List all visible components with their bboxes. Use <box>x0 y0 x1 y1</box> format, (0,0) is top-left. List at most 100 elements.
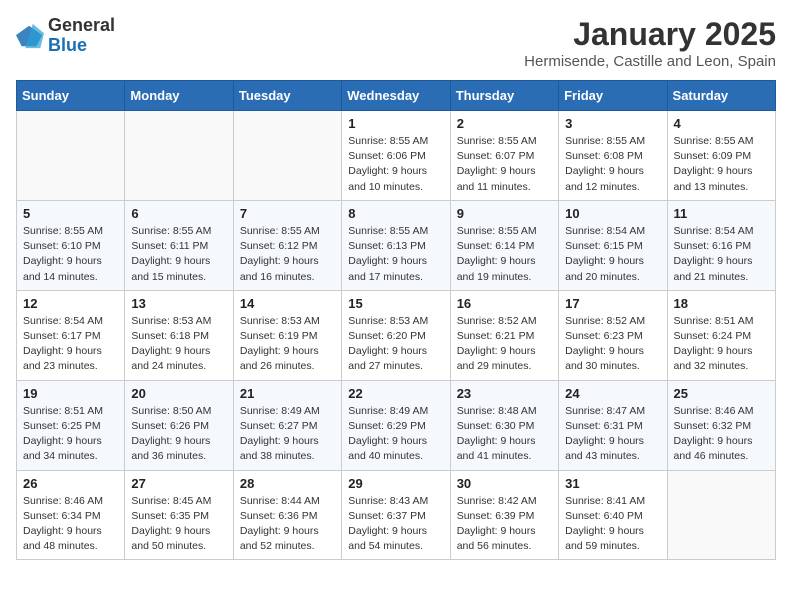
logo-text: General Blue <box>48 16 115 56</box>
day-info: Sunrise: 8:53 AM Sunset: 6:19 PM Dayligh… <box>240 314 335 375</box>
day-info: Sunrise: 8:45 AM Sunset: 6:35 PM Dayligh… <box>131 494 226 555</box>
day-info: Sunrise: 8:52 AM Sunset: 6:23 PM Dayligh… <box>565 314 660 375</box>
logo-icon <box>16 22 44 50</box>
day-info: Sunrise: 8:55 AM Sunset: 6:06 PM Dayligh… <box>348 134 443 195</box>
day-number: 31 <box>565 476 660 491</box>
day-info: Sunrise: 8:44 AM Sunset: 6:36 PM Dayligh… <box>240 494 335 555</box>
calendar-cell: 21 Sunrise: 8:49 AM Sunset: 6:27 PM Dayli… <box>233 380 341 470</box>
calendar-cell: 3Sunrise: 8:55 AM Sunset: 6:08 PM Daylig… <box>559 111 667 201</box>
calendar-cell: 22 Sunrise: 8:49 AM Sunset: 6:29 PM Dayli… <box>342 380 450 470</box>
day-info: Sunrise: 8:46 AM Sunset: 6:34 PM Dayligh… <box>23 494 118 555</box>
day-info: Sunrise: 8:54 AM Sunset: 6:15 PM Dayligh… <box>565 224 660 285</box>
day-info: Sunrise: 8:41 AM Sunset: 6:40 PM Dayligh… <box>565 494 660 555</box>
day-number: 22 <box>348 386 443 401</box>
day-info: Sunrise: 8:55 AM Sunset: 6:09 PM Dayligh… <box>674 134 769 195</box>
day-number: 24 <box>565 386 660 401</box>
day-info: Sunrise: 8:51 AM Sunset: 6:24 PM Dayligh… <box>674 314 769 375</box>
calendar-cell <box>233 111 341 201</box>
day-number: 12 <box>23 296 118 311</box>
weekday-header-saturday: Saturday <box>667 81 775 111</box>
day-number: 30 <box>457 476 552 491</box>
week-row-1: 1 Sunrise: 8:55 AM Sunset: 6:06 PM Daylig… <box>17 111 776 201</box>
calendar-cell: 17 Sunrise: 8:52 AM Sunset: 6:23 PM Dayli… <box>559 290 667 380</box>
day-info: Sunrise: 8:53 AM Sunset: 6:18 PM Dayligh… <box>131 314 226 375</box>
day-info: Sunrise: 8:55 AM Sunset: 6:13 PM Dayligh… <box>348 224 443 285</box>
calendar-cell: 7 Sunrise: 8:55 AM Sunset: 6:12 PM Daylig… <box>233 200 341 290</box>
day-number: 7 <box>240 206 335 221</box>
calendar-cell: 20Sunrise: 8:50 AM Sunset: 6:26 PM Dayli… <box>125 380 233 470</box>
day-info: Sunrise: 8:55 AM Sunset: 6:10 PM Dayligh… <box>23 224 118 285</box>
calendar-cell: 12 Sunrise: 8:54 AM Sunset: 6:17 PM Dayli… <box>17 290 125 380</box>
logo-blue: Blue <box>48 35 87 55</box>
calendar-cell: 27 Sunrise: 8:45 AM Sunset: 6:35 PM Dayli… <box>125 470 233 560</box>
week-row-5: 26 Sunrise: 8:46 AM Sunset: 6:34 PM Dayli… <box>17 470 776 560</box>
day-number: 4 <box>674 116 769 131</box>
calendar-cell: 13 Sunrise: 8:53 AM Sunset: 6:18 PM Dayli… <box>125 290 233 380</box>
page-header: General Blue January 2025 Hermisende, Ca… <box>16 16 776 70</box>
weekday-header-thursday: Thursday <box>450 81 558 111</box>
day-info: Sunrise: 8:55 AM Sunset: 6:07 PM Dayligh… <box>457 134 552 195</box>
day-info: Sunrise: 8:55 AM Sunset: 6:08 PM Dayligh… <box>565 134 660 195</box>
calendar-cell: 31 Sunrise: 8:41 AM Sunset: 6:40 PM Dayli… <box>559 470 667 560</box>
week-row-4: 19Sunrise: 8:51 AM Sunset: 6:25 PM Dayli… <box>17 380 776 470</box>
calendar-table: SundayMondayTuesdayWednesdayThursdayFrid… <box>16 80 776 560</box>
weekday-header-wednesday: Wednesday <box>342 81 450 111</box>
calendar-cell: 26 Sunrise: 8:46 AM Sunset: 6:34 PM Dayli… <box>17 470 125 560</box>
calendar-cell <box>667 470 775 560</box>
day-info: Sunrise: 8:47 AM Sunset: 6:31 PM Dayligh… <box>565 404 660 465</box>
title-area: January 2025 Hermisende, Castille and Le… <box>524 16 776 70</box>
day-number: 29 <box>348 476 443 491</box>
calendar-cell: 1 Sunrise: 8:55 AM Sunset: 6:06 PM Daylig… <box>342 111 450 201</box>
calendar-cell: 29 Sunrise: 8:43 AM Sunset: 6:37 PM Dayli… <box>342 470 450 560</box>
day-number: 5 <box>23 206 118 221</box>
weekday-header-sunday: Sunday <box>17 81 125 111</box>
day-info: Sunrise: 8:49 AM Sunset: 6:27 PM Dayligh… <box>240 404 335 465</box>
weekday-header-row: SundayMondayTuesdayWednesdayThursdayFrid… <box>17 81 776 111</box>
location-subtitle: Hermisende, Castille and Leon, Spain <box>524 53 776 70</box>
calendar-cell: 4 Sunrise: 8:55 AM Sunset: 6:09 PM Daylig… <box>667 111 775 201</box>
weekday-header-monday: Monday <box>125 81 233 111</box>
week-row-2: 5 Sunrise: 8:55 AM Sunset: 6:10 PM Daylig… <box>17 200 776 290</box>
day-info: Sunrise: 8:54 AM Sunset: 6:17 PM Dayligh… <box>23 314 118 375</box>
calendar-cell: 30Sunrise: 8:42 AM Sunset: 6:39 PM Dayli… <box>450 470 558 560</box>
day-number: 25 <box>674 386 769 401</box>
day-number: 17 <box>565 296 660 311</box>
day-number: 26 <box>23 476 118 491</box>
day-info: Sunrise: 8:55 AM Sunset: 6:14 PM Dayligh… <box>457 224 552 285</box>
day-number: 21 <box>240 386 335 401</box>
calendar-cell: 9 Sunrise: 8:55 AM Sunset: 6:14 PM Daylig… <box>450 200 558 290</box>
day-info: Sunrise: 8:49 AM Sunset: 6:29 PM Dayligh… <box>348 404 443 465</box>
calendar-cell: 15Sunrise: 8:53 AM Sunset: 6:20 PM Dayli… <box>342 290 450 380</box>
day-info: Sunrise: 8:46 AM Sunset: 6:32 PM Dayligh… <box>674 404 769 465</box>
day-number: 10 <box>565 206 660 221</box>
calendar-cell: 23Sunrise: 8:48 AM Sunset: 6:30 PM Dayli… <box>450 380 558 470</box>
day-number: 14 <box>240 296 335 311</box>
calendar-cell: 16Sunrise: 8:52 AM Sunset: 6:21 PM Dayli… <box>450 290 558 380</box>
day-number: 13 <box>131 296 226 311</box>
logo: General Blue <box>16 16 115 56</box>
day-number: 28 <box>240 476 335 491</box>
day-number: 18 <box>674 296 769 311</box>
day-number: 1 <box>348 116 443 131</box>
calendar-cell: 8Sunrise: 8:55 AM Sunset: 6:13 PM Daylig… <box>342 200 450 290</box>
calendar-cell <box>125 111 233 201</box>
day-number: 23 <box>457 386 552 401</box>
day-number: 9 <box>457 206 552 221</box>
calendar-cell: 11Sunrise: 8:54 AM Sunset: 6:16 PM Dayli… <box>667 200 775 290</box>
day-info: Sunrise: 8:43 AM Sunset: 6:37 PM Dayligh… <box>348 494 443 555</box>
day-number: 6 <box>131 206 226 221</box>
day-info: Sunrise: 8:55 AM Sunset: 6:12 PM Dayligh… <box>240 224 335 285</box>
day-number: 27 <box>131 476 226 491</box>
calendar-cell: 25 Sunrise: 8:46 AM Sunset: 6:32 PM Dayli… <box>667 380 775 470</box>
week-row-3: 12 Sunrise: 8:54 AM Sunset: 6:17 PM Dayli… <box>17 290 776 380</box>
day-number: 19 <box>23 386 118 401</box>
calendar-cell: 5 Sunrise: 8:55 AM Sunset: 6:10 PM Daylig… <box>17 200 125 290</box>
day-info: Sunrise: 8:53 AM Sunset: 6:20 PM Dayligh… <box>348 314 443 375</box>
calendar-cell: 6Sunrise: 8:55 AM Sunset: 6:11 PM Daylig… <box>125 200 233 290</box>
calendar-cell <box>17 111 125 201</box>
calendar-cell: 14 Sunrise: 8:53 AM Sunset: 6:19 PM Dayli… <box>233 290 341 380</box>
weekday-header-friday: Friday <box>559 81 667 111</box>
day-number: 2 <box>457 116 552 131</box>
day-number: 16 <box>457 296 552 311</box>
day-number: 11 <box>674 206 769 221</box>
